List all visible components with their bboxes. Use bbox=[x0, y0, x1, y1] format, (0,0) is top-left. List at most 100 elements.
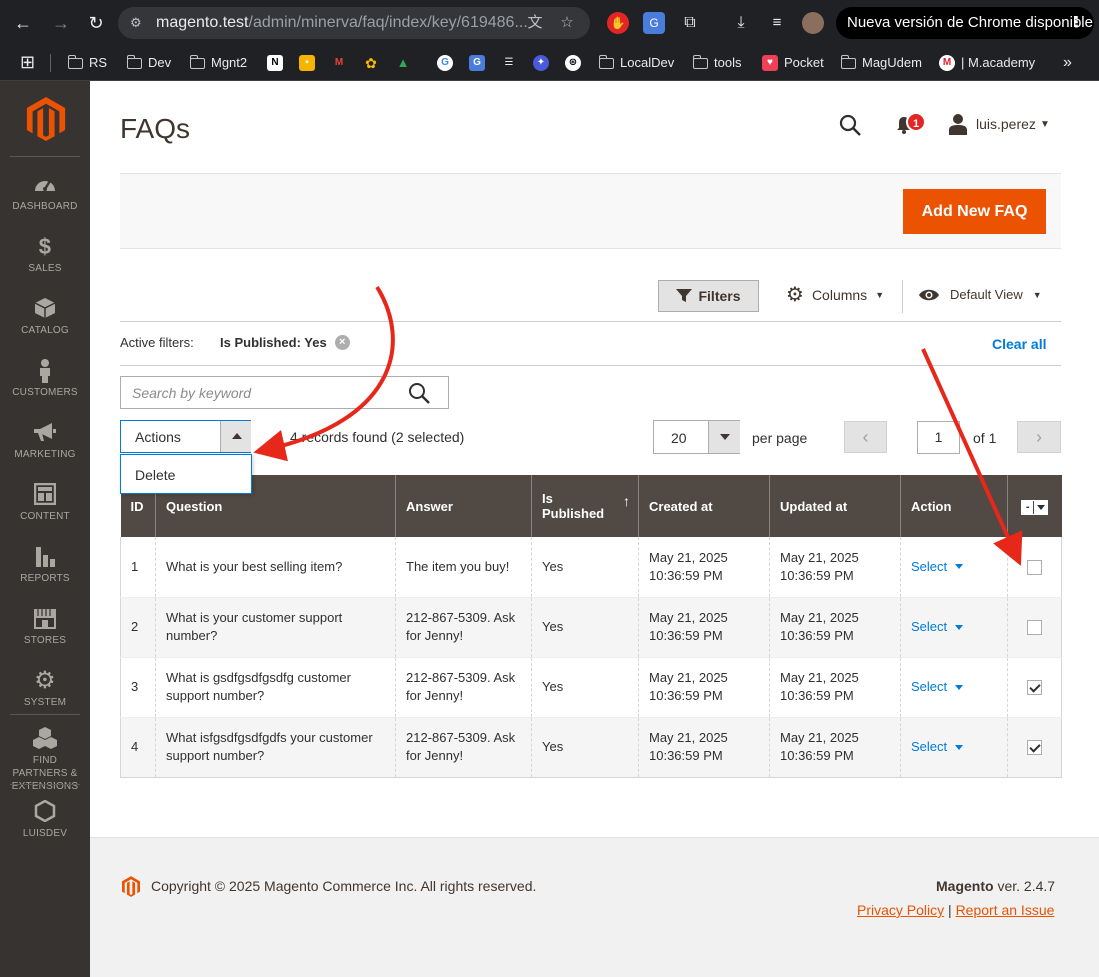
row-select-action[interactable]: Select bbox=[911, 558, 964, 576]
bookmark-openai[interactable]: ⊛ bbox=[565, 53, 581, 73]
bookmark-google[interactable]: G bbox=[437, 53, 453, 73]
sidebar-item-reports[interactable]: REPORTS bbox=[0, 545, 90, 584]
bookmark-gmail[interactable]: M bbox=[331, 53, 347, 73]
chevron-up-icon[interactable] bbox=[220, 421, 251, 452]
chevron-down-icon[interactable]: ▼ bbox=[1040, 119, 1050, 130]
bookmark-keep[interactable]: ▪ bbox=[299, 53, 315, 73]
bookmark-mgnt2[interactable]: Mgnt2 bbox=[189, 53, 247, 73]
column-header-created-at[interactable]: Created at bbox=[638, 475, 770, 537]
chrome-menu-icon[interactable]: ⋮ bbox=[1069, 7, 1084, 39]
bookmark-m-academy[interactable]: M | M.academy bbox=[939, 53, 1035, 73]
mass-select-control[interactable]: - bbox=[1021, 499, 1049, 515]
row-select-action[interactable]: Select bbox=[911, 738, 964, 756]
bookmark-drive[interactable]: ▲ bbox=[395, 53, 411, 73]
filters-button[interactable]: Filters bbox=[658, 280, 759, 312]
google-translate-extension-icon[interactable]: G bbox=[643, 12, 665, 34]
sidebar-item-dashboard[interactable]: DASHBOARD bbox=[0, 173, 90, 212]
sidebar-item-sales[interactable]: $ SALES bbox=[0, 235, 90, 275]
column-header-updated-at[interactable]: Updated at bbox=[769, 475, 901, 537]
page-total: of 1 bbox=[973, 430, 997, 446]
copyright-text: Copyright © 2025 Magento Commerce Inc. A… bbox=[151, 878, 537, 894]
chevron-down-icon[interactable] bbox=[1034, 501, 1047, 514]
translate-page-icon[interactable]: 文 bbox=[526, 14, 544, 32]
bookmark-photos[interactable]: ✿ bbox=[363, 53, 379, 73]
default-view-control[interactable]: Default View ▼ bbox=[918, 287, 1042, 302]
download-icon[interactable]: ⤓ bbox=[730, 12, 752, 34]
bookmark-rs[interactable]: RS bbox=[67, 53, 108, 73]
bookmark-label: Dev bbox=[148, 55, 172, 70]
sidebar-item-system[interactable]: ⚙ SYSTEM bbox=[0, 669, 90, 709]
sidebar-item-customers[interactable]: CUSTOMERS bbox=[0, 359, 90, 398]
sidebar-item-label: REPORTS bbox=[20, 573, 70, 584]
row-checkbox[interactable] bbox=[1027, 740, 1042, 756]
sidebar-item-content[interactable]: CONTENT bbox=[0, 482, 90, 522]
magento-version: Magento ver. 2.4.7 bbox=[936, 878, 1055, 894]
search-icon[interactable] bbox=[838, 113, 862, 137]
column-header-answer[interactable]: Answer bbox=[395, 475, 532, 537]
more-bookmarks-icon[interactable]: » bbox=[1063, 53, 1072, 73]
actions-label: Actions bbox=[135, 429, 181, 445]
add-new-faq-button[interactable]: Add New FAQ bbox=[903, 189, 1046, 234]
version-text: ver. 2.4.7 bbox=[993, 878, 1056, 894]
chevron-down-icon[interactable] bbox=[708, 421, 740, 453]
sidebar-item-marketing[interactable]: MARKETING bbox=[0, 421, 90, 460]
page-number-input[interactable]: 1 bbox=[917, 421, 960, 454]
magento-logo bbox=[122, 876, 140, 897]
bookmark-dev[interactable]: Dev bbox=[126, 53, 172, 73]
remove-filter-icon[interactable]: × bbox=[334, 335, 350, 350]
magento-logo[interactable] bbox=[26, 97, 66, 141]
select-label: Select bbox=[911, 619, 948, 634]
sidebar-item-find-partners[interactable]: FIND PARTNERS & EXTENSIONS bbox=[0, 726, 90, 793]
previous-page-button[interactable]: ‹ bbox=[844, 421, 887, 453]
bookmark-label: RS bbox=[89, 55, 108, 70]
row-checkbox[interactable] bbox=[1027, 620, 1042, 636]
mass-select-indicator[interactable]: - bbox=[1022, 500, 1035, 514]
row-select-action[interactable]: Select bbox=[911, 618, 964, 636]
row-checkbox[interactable] bbox=[1027, 680, 1042, 696]
grid-header-row: ID Question Answer Is Published ↑ Create… bbox=[120, 475, 1062, 537]
row-checkbox[interactable] bbox=[1027, 559, 1042, 575]
back-icon[interactable]: ← bbox=[12, 12, 34, 34]
report-issue-link[interactable]: Report an Issue bbox=[956, 902, 1055, 918]
search-icon[interactable] bbox=[408, 382, 430, 404]
forward-icon[interactable]: → bbox=[50, 12, 72, 34]
profile-avatar[interactable] bbox=[802, 12, 824, 34]
photos-icon: ✿ bbox=[363, 55, 379, 71]
clear-all-link[interactable]: Clear all bbox=[992, 336, 1046, 352]
sidebar-item-catalog[interactable]: CATALOG bbox=[0, 297, 90, 336]
bookmark-star[interactable]: ✦ bbox=[533, 53, 549, 73]
bookmark-translate[interactable]: G bbox=[469, 53, 485, 73]
reload-icon[interactable]: ↻ bbox=[85, 12, 107, 34]
bookmark-notion[interactable]: N bbox=[267, 53, 283, 73]
per-page-select[interactable]: 20 bbox=[653, 420, 740, 454]
user-name[interactable]: luis.perez bbox=[976, 116, 1036, 132]
address-bar[interactable]: ⚙ magento.test/admin/minerva/faq/index/k… bbox=[118, 7, 590, 39]
bookmark-localdev[interactable]: LocalDev bbox=[598, 53, 674, 73]
extensions-puzzle-icon[interactable]: ⧉ bbox=[679, 12, 701, 34]
bookmark-tools[interactable]: tools bbox=[692, 53, 741, 73]
sidebar-item-luisdev[interactable]: LUISDEV bbox=[0, 799, 90, 839]
privacy-policy-link[interactable]: Privacy Policy bbox=[857, 902, 944, 918]
site-info-icon[interactable]: ⚙ bbox=[130, 15, 150, 31]
sidebar-item-stores[interactable]: STORES bbox=[0, 607, 90, 646]
bookmark-star-icon[interactable]: ☆ bbox=[558, 14, 576, 32]
chrome-update-button[interactable]: Nueva versión de Chrome disponible ⋮ bbox=[836, 7, 1094, 39]
row-action-cell: Select bbox=[900, 537, 1008, 598]
store-icon bbox=[32, 607, 58, 631]
bookmark-magudem[interactable]: MagUdem bbox=[840, 53, 922, 73]
apps-grid-icon[interactable]: ⊞ bbox=[20, 52, 35, 72]
search-input[interactable] bbox=[121, 377, 401, 408]
column-header-is-published[interactable]: Is Published ↑ bbox=[531, 475, 639, 537]
columns-control[interactable]: ⚙ Columns ▼ bbox=[786, 285, 884, 305]
delete-action-option[interactable]: Delete bbox=[135, 467, 175, 483]
mass-actions-dropdown[interactable]: Actions bbox=[120, 420, 251, 453]
media-queue-icon[interactable]: ≡ bbox=[766, 12, 788, 34]
bookmark-pocket[interactable]: ♥ Pocket bbox=[762, 53, 824, 73]
next-page-button[interactable]: › bbox=[1017, 421, 1061, 453]
bookmark-xi[interactable]: ☰ bbox=[501, 53, 517, 73]
stop-extension-icon[interactable]: ✋ bbox=[607, 12, 629, 34]
user-icon[interactable] bbox=[948, 113, 968, 135]
faq-grid: ID Question Answer Is Published ↑ Create… bbox=[120, 475, 1062, 778]
sidebar-item-label: SYSTEM bbox=[23, 697, 67, 708]
row-select-action[interactable]: Select bbox=[911, 678, 964, 696]
